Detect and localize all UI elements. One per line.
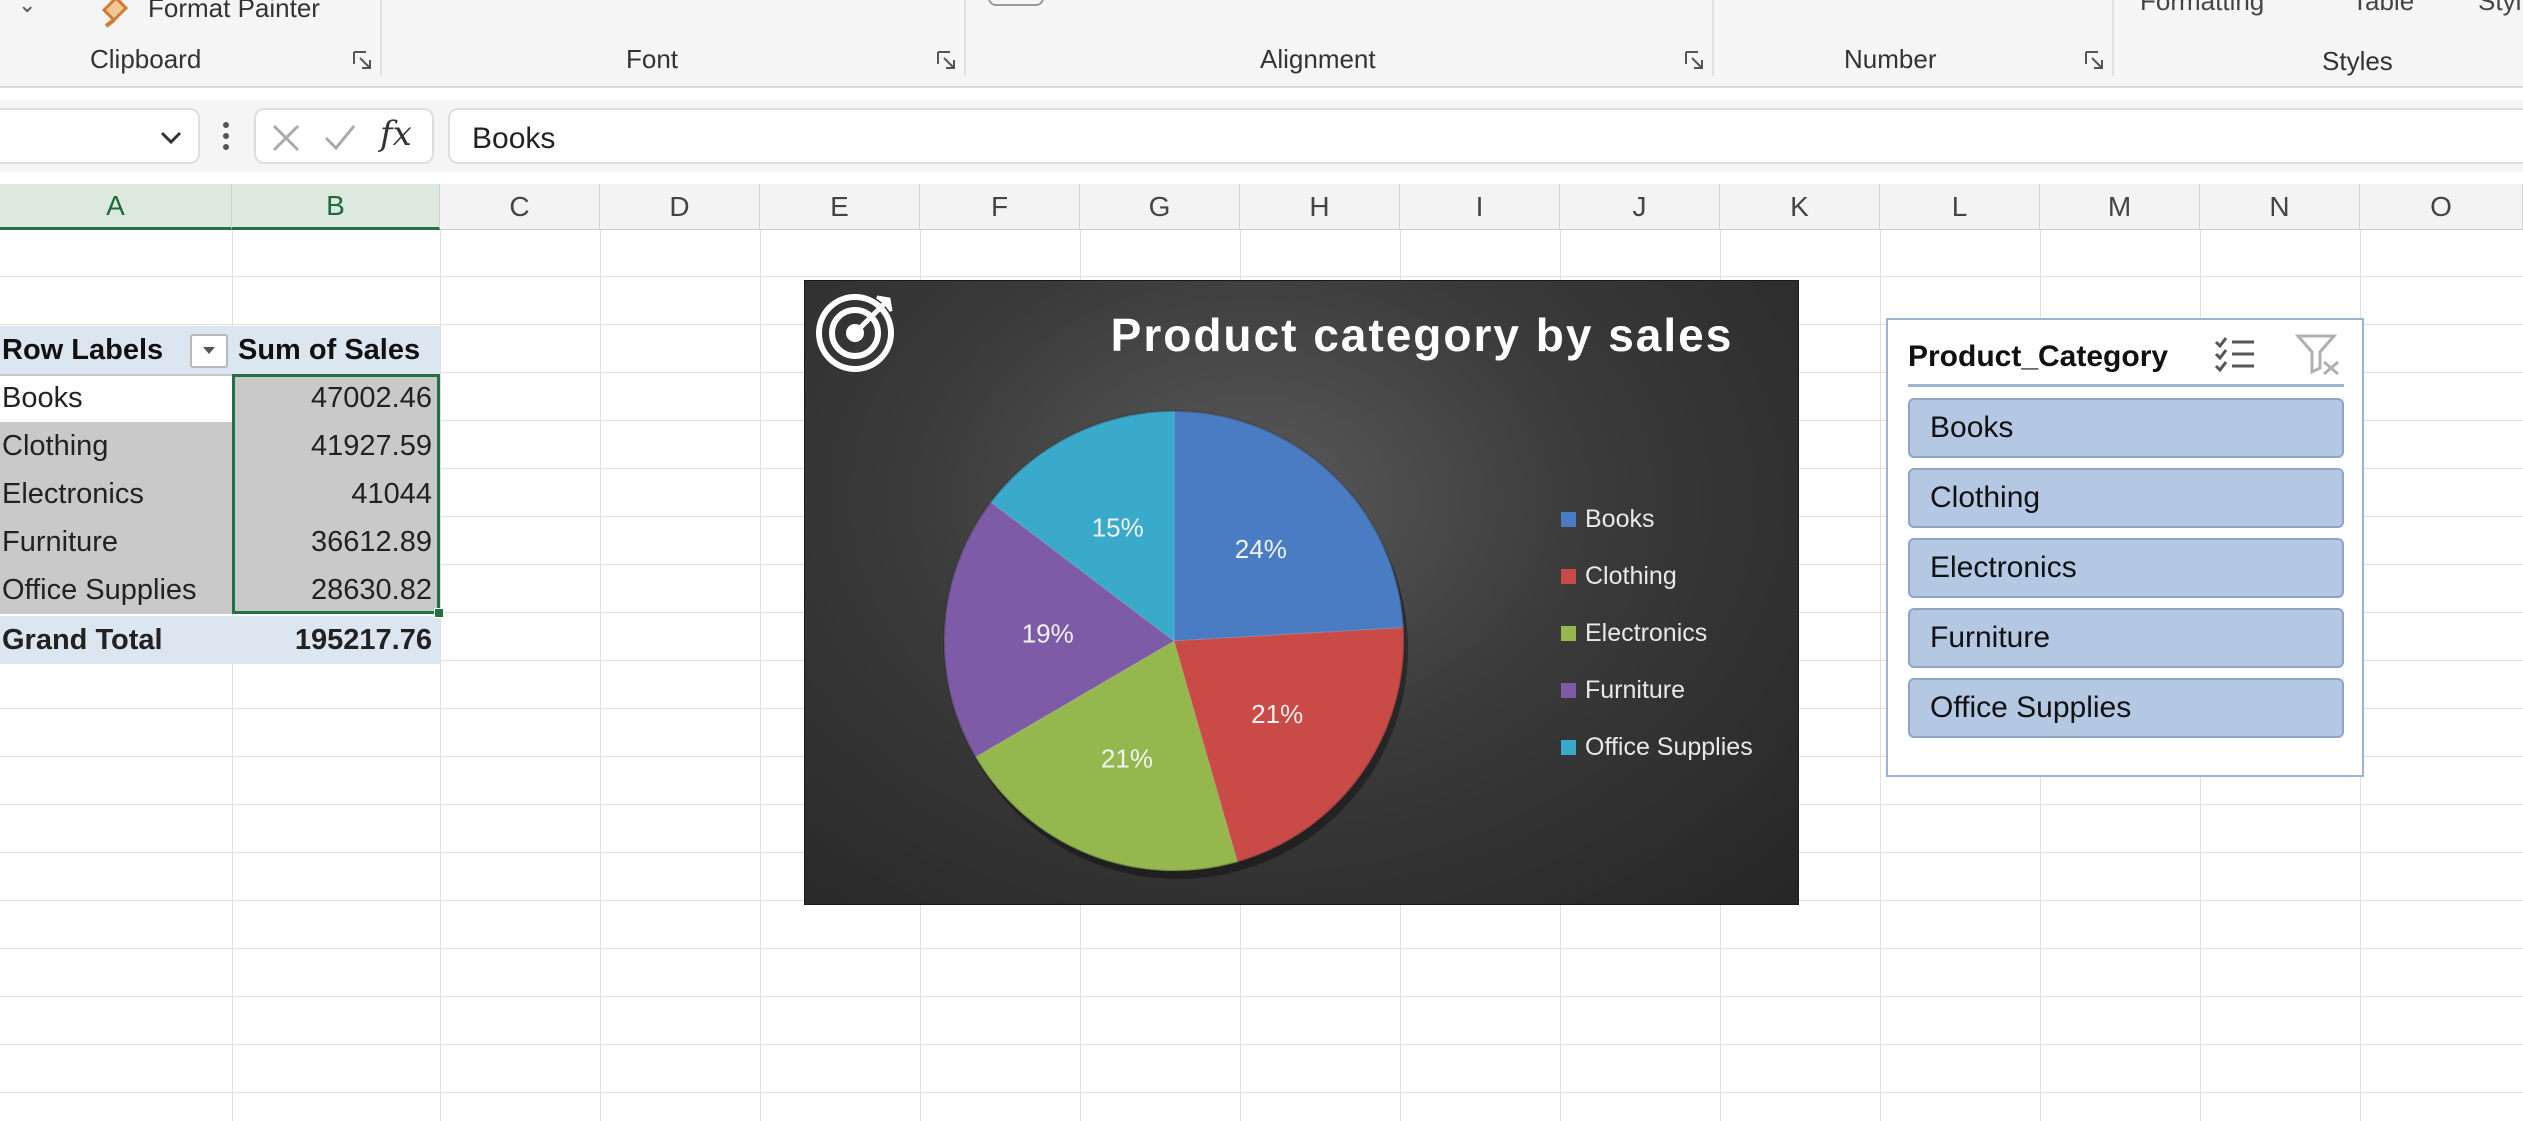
slicer-item-clothing[interactable]: Clothing [1908, 468, 2344, 528]
slicer-item-books[interactable]: Books [1908, 398, 2344, 458]
chart-title[interactable]: Product category by sales [1111, 309, 1734, 361]
dialog-launcher-icon[interactable] [2084, 50, 2104, 70]
pie-data-label: 19% [1022, 618, 1074, 648]
row-labels-filter-button[interactable] [190, 334, 228, 368]
slicer-title: Product_Category [1908, 340, 2169, 373]
selection-range [232, 374, 440, 614]
legend-swatch [1561, 683, 1576, 698]
legend-swatch [1561, 626, 1576, 641]
column-header-a[interactable]: A [0, 184, 232, 230]
group-separator [380, 0, 382, 76]
format-painter-label: Format Painter [148, 0, 320, 23]
slicer-item-office-supplies[interactable]: Office Supplies [1908, 678, 2344, 738]
clipboard-group-label: Clipboard [90, 44, 202, 74]
group-separator [1712, 0, 1714, 76]
group-separator [2112, 0, 2114, 76]
dialog-launcher-icon[interactable] [936, 50, 956, 70]
slicer-divider [1908, 384, 2344, 387]
legend-swatch [1561, 740, 1576, 755]
pivot-grand-total-label[interactable]: Grand Total [0, 616, 232, 664]
legend-label[interactable]: Books [1585, 505, 1654, 533]
name-box[interactable] [0, 108, 200, 164]
conditional-formatting-button[interactable]: Formatting [2140, 0, 2264, 17]
legend-label[interactable]: Office Supplies [1585, 733, 1753, 761]
formula-text: Books [472, 122, 556, 155]
column-header-m[interactable]: M [2040, 184, 2200, 230]
slicer-item-furniture[interactable]: Furniture [1908, 608, 2344, 668]
formula-buttons: fx [254, 108, 434, 164]
pie-chart[interactable]: Product category by sales 24% 21% 21% 19% 15… [804, 280, 1799, 905]
pie-data-label: 15% [1092, 513, 1144, 543]
pie-data-label: 21% [1251, 699, 1303, 729]
legend-swatch [1561, 512, 1576, 527]
pivot-row-label[interactable]: Electronics [0, 470, 232, 518]
column-header-g[interactable]: G [1080, 184, 1240, 230]
pie-data-label: 24% [1235, 534, 1287, 564]
target-icon [816, 294, 894, 372]
format-as-table-button[interactable]: Table [2352, 0, 2414, 17]
legend-swatch [1561, 569, 1576, 584]
insert-function-button[interactable]: fx [380, 114, 412, 154]
pivot-row-label[interactable]: Clothing [0, 422, 232, 470]
column-header-b[interactable]: B [232, 184, 440, 230]
cancel-icon[interactable] [268, 120, 304, 156]
pie-data-label: 21% [1101, 743, 1153, 773]
chevron-down-icon[interactable] [156, 122, 186, 152]
alignment-group-label: Alignment [1260, 44, 1376, 74]
formula-input[interactable]: Books [448, 108, 2523, 164]
multi-select-icon[interactable] [2212, 332, 2258, 376]
pivot-grand-total-value[interactable]: 195217.76 [232, 616, 440, 664]
column-header-e[interactable]: E [760, 184, 920, 230]
paintbrush-icon [101, 0, 129, 28]
number-group-label: Number [1844, 44, 1937, 74]
filter-dropdown-icon [203, 347, 215, 354]
column-header-d[interactable]: D [600, 184, 760, 230]
legend-label[interactable]: Electronics [1585, 619, 1707, 647]
column-header-h[interactable]: H [1240, 184, 1400, 230]
more-options-icon[interactable] [218, 118, 234, 154]
product-category-slicer[interactable]: Product_Category Books Clothing Electron… [1886, 318, 2364, 777]
pivot-header-sum-of-sales: Sum of Sales [232, 326, 440, 374]
pie-slice-books[interactable] [1173, 410, 1405, 642]
group-separator [964, 0, 966, 76]
format-painter-button[interactable]: Format Painter [96, 0, 320, 28]
dialog-launcher-icon[interactable] [352, 50, 372, 70]
formula-bar: fx Books [0, 100, 2523, 172]
pie-chart-canvas: Product category by sales 24% 21% 21% 19% 15… [816, 294, 1753, 879]
ribbon: ⌄ Format Painter Clipboard Font Alignmen… [0, 0, 2523, 88]
pivot-row-label[interactable]: Books [0, 374, 232, 422]
column-header-k[interactable]: K [1720, 184, 1880, 230]
legend-label[interactable]: Furniture [1585, 676, 1685, 704]
column-header-c[interactable]: C [440, 184, 600, 230]
font-group-label: Font [626, 44, 679, 74]
pivot-row-label[interactable]: Office Supplies [0, 566, 232, 614]
column-header-i[interactable]: I [1400, 184, 1560, 230]
cell-styles-button[interactable]: Styl [2478, 0, 2521, 17]
column-header-j[interactable]: J [1560, 184, 1720, 230]
legend-label[interactable]: Clothing [1585, 562, 1677, 590]
pivot-row-label[interactable]: Furniture [0, 518, 232, 566]
fill-handle[interactable] [434, 608, 444, 618]
styles-group-label: Styles [2322, 46, 2393, 76]
ribbon-control-partial[interactable] [988, 0, 1044, 6]
chevron-down-icon[interactable]: ⌄ [18, 0, 36, 18]
clear-filter-icon[interactable] [2294, 332, 2342, 376]
slicer-item-electronics[interactable]: Electronics [1908, 538, 2344, 598]
column-header-f[interactable]: F [920, 184, 1080, 230]
enter-check-icon[interactable] [322, 120, 358, 156]
dialog-launcher-icon[interactable] [1684, 50, 1704, 70]
column-header-o[interactable]: O [2360, 184, 2523, 230]
chart-legend[interactable]: Books Clothing Electronics Furniture Office … [1561, 505, 1753, 761]
pie-slices [943, 410, 1408, 879]
column-header-l[interactable]: L [1880, 184, 2040, 230]
column-header-n[interactable]: N [2200, 184, 2360, 230]
